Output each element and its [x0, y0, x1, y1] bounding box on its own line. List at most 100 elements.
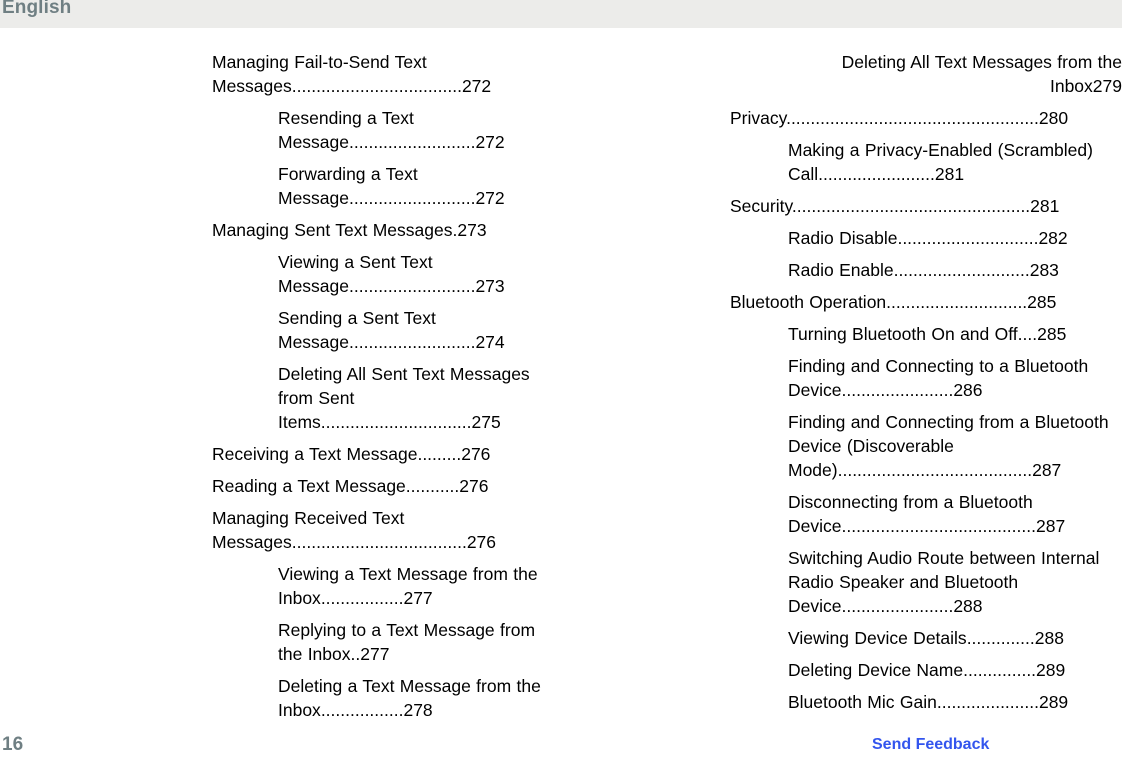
toc-entry-page-number: 276	[461, 444, 491, 464]
toc-entry-leader: ....	[1017, 324, 1038, 344]
toc-entry-page-number: 281	[934, 164, 965, 184]
toc-entry[interactable]: Viewing a Text Message from the Inbox...…	[278, 562, 550, 610]
toc-entry[interactable]: Managing Received Text Messages.........…	[212, 506, 550, 554]
toc-entry[interactable]: Sending a Sent Text Message.............…	[278, 306, 550, 354]
toc-entry-title: Receiving a Text Message	[212, 444, 418, 464]
toc-entry-leader: ...................................	[291, 76, 462, 96]
toc-entry-page-number: 286	[953, 380, 983, 400]
toc-entry-leader: ....................................	[291, 532, 467, 552]
toc-entry-title: Turning Bluetooth On and Off	[788, 324, 1018, 344]
send-feedback-link[interactable]: Send Feedback	[872, 736, 989, 754]
toc-entry-title: Deleting All Text Messages from the Inbo…	[841, 52, 1122, 96]
toc-entry[interactable]: Forwarding a Text Message...............…	[278, 162, 550, 210]
toc-entry[interactable]: Reading a Text Message...........276	[212, 474, 550, 498]
toc-entry-page-number: 277	[403, 588, 433, 608]
toc-entry-page-number: 287	[1032, 460, 1062, 480]
page-header-bar: English	[0, 0, 1122, 28]
toc-entry-leader: ...............................	[320, 412, 472, 432]
toc-entry-page-number: 273	[475, 276, 505, 296]
toc-entry-leader: ..........................	[349, 332, 476, 352]
toc-entry-page-number: 280	[1038, 108, 1069, 128]
toc-entry-page-number: 281	[1030, 196, 1060, 216]
toc-entry[interactable]: Deleting Device Name...............289	[788, 658, 1122, 682]
toc-entry[interactable]: Deleting a Text Message from the Inbox..…	[278, 674, 550, 722]
toc-entry-title: Privacy	[730, 108, 787, 128]
toc-entry-page-number: 283	[1029, 260, 1059, 280]
toc-entry[interactable]: Deleting All Text Messages from the Inbo…	[788, 50, 1122, 98]
toc-entry-leader: .............................	[886, 292, 1028, 312]
toc-entry-leader: .......................	[841, 596, 954, 616]
toc-entry[interactable]: Finding and Connecting from a Bluetooth …	[788, 410, 1122, 482]
toc-entry-leader: ..........................	[349, 276, 476, 296]
toc-entry-leader: ...........	[405, 476, 460, 496]
toc-entry-title: Radio Disable	[788, 228, 898, 248]
table-of-contents: Managing Fail-to-Send Text Messages.....…	[0, 50, 1122, 722]
toc-entry-leader: .................	[320, 588, 404, 608]
toc-entry[interactable]: Managing Sent Text Messages.273	[212, 218, 550, 242]
toc-entry-title: Replying to a Text Message from the Inbo…	[278, 620, 536, 664]
toc-entry-leader: .............................	[897, 228, 1039, 248]
toc-entry-leader: ..	[350, 644, 361, 664]
toc-entry[interactable]: Viewing Device Details..............288	[788, 626, 1122, 650]
page-footer: 16 Send Feedback	[0, 722, 1122, 762]
toc-entry[interactable]: Bluetooth Operation.....................…	[730, 290, 1122, 314]
toc-entry[interactable]: Radio Disable...........................…	[788, 226, 1122, 250]
toc-entry-page-number: 289	[1038, 692, 1069, 712]
toc-entry-page-number: 276	[459, 476, 489, 496]
toc-entry[interactable]: Viewing a Sent Text Message.............…	[278, 250, 550, 298]
toc-entry-page-number: 287	[1035, 516, 1066, 536]
toc-entry[interactable]: Privacy.................................…	[730, 106, 1122, 130]
toc-entry-page-number: 289	[1036, 660, 1066, 680]
toc-entry[interactable]: Switching Audio Route between Internal R…	[788, 546, 1122, 618]
toc-entry[interactable]: Disconnecting from a Bluetooth Device...…	[788, 490, 1122, 538]
toc-column-right: Deleting All Text Messages from the Inbo…	[730, 50, 1122, 722]
toc-entry-leader: ........................................	[837, 460, 1033, 480]
toc-entry[interactable]: Turning Bluetooth On and Off....285	[788, 322, 1122, 346]
toc-entry[interactable]: Managing Fail-to-Send Text Messages.....…	[212, 50, 550, 98]
toc-entry[interactable]: Receiving a Text Message.........276	[212, 442, 550, 466]
toc-entry[interactable]: Resending a Text Message................…	[278, 106, 550, 154]
toc-entry-leader: ........................	[818, 164, 935, 184]
toc-entry[interactable]: Security................................…	[730, 194, 1122, 218]
toc-entry-leader: ........................................…	[791, 196, 1031, 216]
toc-entry-title: Managing Sent Text Messages	[212, 220, 453, 240]
toc-entry[interactable]: Finding and Connecting to a Bluetooth De…	[788, 354, 1122, 402]
toc-entry-leader: .......................	[841, 380, 954, 400]
toc-entry[interactable]: Replying to a Text Message from the Inbo…	[278, 618, 550, 666]
toc-entry-leader: ..............	[966, 628, 1035, 648]
toc-entry-title: Radio Enable	[788, 260, 894, 280]
toc-entry-page-number: 272	[475, 188, 505, 208]
toc-entry-leader: ............................	[893, 260, 1030, 280]
toc-column-left: Managing Fail-to-Send Text Messages.....…	[212, 50, 550, 730]
toc-entry-title: Deleting Device Name	[788, 660, 964, 680]
toc-entry-page-number: 285	[1027, 292, 1057, 312]
toc-entry[interactable]: Deleting All Sent Text Messages from Sen…	[278, 362, 550, 434]
toc-entry-leader: ........................................…	[786, 108, 1039, 128]
toc-entry-page-number: 276	[466, 532, 497, 552]
toc-entry-page-number: 278	[403, 700, 433, 720]
toc-entry-page-number: 273	[457, 220, 487, 240]
toc-entry-page-number: 279	[1092, 76, 1122, 96]
toc-entry-title: Bluetooth Operation	[730, 292, 887, 312]
toc-entry-page-number: 285	[1037, 324, 1067, 344]
toc-entry-title: Reading a Text Message	[212, 476, 406, 496]
toc-entry-title: Viewing Device Details	[788, 628, 967, 648]
toc-entry-page-number: 272	[475, 132, 505, 152]
toc-entry[interactable]: Bluetooth Mic Gain.....................2…	[788, 690, 1122, 714]
toc-entry-page-number: 288	[1034, 628, 1064, 648]
toc-entry[interactable]: Making a Privacy-Enabled (Scrambled) Cal…	[788, 138, 1122, 186]
toc-entry-title: Security	[730, 196, 792, 216]
toc-entry-title: Bluetooth Mic Gain	[788, 692, 937, 712]
toc-entry[interactable]: Radio Enable............................…	[788, 258, 1122, 282]
toc-entry-leader: .................	[320, 700, 404, 720]
toc-entry-page-number: 288	[953, 596, 983, 616]
toc-entry-page-number: 272	[461, 76, 492, 96]
toc-entry-page-number: 275	[471, 412, 501, 432]
toc-entry-page-number: 274	[475, 332, 505, 352]
toc-entry-leader: .........	[417, 444, 462, 464]
toc-entry-leader: ........................................	[841, 516, 1036, 536]
toc-entry-page-number: 277	[360, 644, 390, 664]
toc-entry-leader: ..........................	[349, 132, 476, 152]
toc-entry-leader: .....................	[936, 692, 1039, 712]
toc-entry-leader: ...............	[963, 660, 1037, 680]
